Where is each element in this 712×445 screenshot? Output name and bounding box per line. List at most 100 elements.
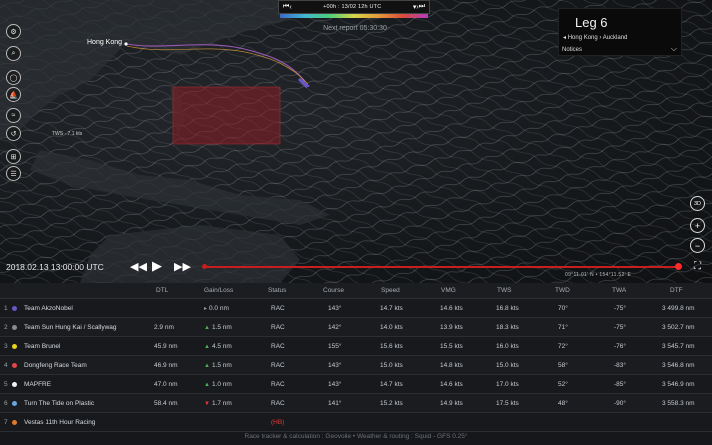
dtl-cell: 46.9 nm [154,362,178,369]
boat-icon[interactable]: ⛵ [6,87,21,102]
rank: 4 [4,362,8,369]
col-dtl[interactable]: DTL [156,287,168,294]
gain-loss-cell: ▲ 1.5 nm [204,324,232,331]
table-row[interactable]: 6 Turn The Tide on Plastic 58.4 nm ▼ 1.7 nm R… [0,394,712,413]
dtf-cell: 3 546.8 nm [662,362,695,369]
tws-cell: 16.0 kts [496,343,519,350]
team-color-dot [12,325,17,330]
table-row[interactable]: 1 Team AkzoNobel ▸ 0.0 nm RAC 143° 14.7 kts 14.… [0,299,712,318]
team-name[interactable]: Team Sun Hung Kai / Scallywag [24,324,117,331]
rank: 2 [4,324,8,331]
table-row[interactable]: 7 Vestas 11th Hour Racing (HB) [0,413,712,432]
wind-color-scale [280,14,428,18]
list-icon[interactable]: ☰ [6,166,21,181]
map-view[interactable]: ⏮ ‹ +00h : 13/02 12h UTC ▾ › ⏭ Next repo… [0,0,712,283]
col-dtf[interactable]: DTF [670,287,683,294]
team-name[interactable]: Team AkzoNobel [24,305,73,312]
rank: 6 [4,400,8,407]
twd-cell: 70° [558,305,568,312]
status-cell: (HB) [271,419,285,426]
dtl-cell: 58.4 nm [154,400,178,407]
twd-cell: 58° [558,362,568,369]
vmg-cell: 13.9 kts [440,324,463,331]
col-tws[interactable]: TWS [497,287,511,294]
vmg-cell: 14.6 kts [440,381,463,388]
vmg-cell: 14.8 kts [440,362,463,369]
next-report-label: Next report 05:30:30 [323,25,387,32]
leg-panel[interactable]: Leg 6 ◂ Hong Kong › Auckland Notices ⌵ [558,8,682,56]
wind-icon[interactable]: ≈ [6,108,21,123]
time-control-bar: ⏮ ‹ +00h : 13/02 12h UTC ▾ › ⏭ [278,0,430,14]
fast-forward-icon[interactable]: ▶▶ [174,260,191,273]
notices-label[interactable]: Notices [562,47,582,53]
tws-cell: 18.3 kts [496,324,519,331]
team-color-dot [12,344,17,349]
table-row[interactable]: 2 Team Sun Hung Kai / Scallywag 2.9 nm ▲ 1.5… [0,318,712,337]
zoom-out-button[interactable]: − [690,238,705,253]
forecast-time-label: +00h : 13/02 12h UTC [323,4,382,10]
view-3d-button[interactable]: 3D [690,196,705,211]
team-name[interactable]: Team Brunel [24,343,61,350]
twa-cell: -76° [614,343,626,350]
dtf-cell: 3 546.9 nm [662,381,695,388]
twd-cell: 71° [558,324,568,331]
dtl-cell: 2.9 nm [154,324,174,331]
course-cell: 143° [328,305,342,312]
measure-icon[interactable]: ↺ [6,126,21,141]
table-row[interactable]: 5 MAPFRE 47.0 nm ▲ 1.0 nm RAC 143° 14.7 kts 14.6… [0,375,712,394]
team-name[interactable]: Vestas 11th Hour Racing [24,419,95,426]
dtf-cell: 3 558.3 nm [662,400,695,407]
col-gain-loss[interactable]: Gain/Loss [204,287,233,294]
chevron-down-icon[interactable]: ⌵ [671,44,677,54]
status-cell: RAC [271,305,285,312]
table-row[interactable]: 3 Team Brunel 45.9 nm ▲ 4.5 nm RAC 155° 15.6 kt… [0,337,712,356]
search-icon[interactable]: ⌕ [6,46,21,61]
twa-cell: -75° [614,324,626,331]
zoom-in-button[interactable]: + [690,218,705,233]
vmg-cell: 14.6 kts [440,305,463,312]
credits-footer: Race tracker & calculation : Geovoile • … [244,433,468,440]
rank: 7 [4,419,8,426]
ranking-table: DTL Gain/Loss Status Course Speed VMG TW… [0,283,712,445]
timeline-track[interactable] [204,266,680,268]
exclusion-zone [172,86,281,145]
twa-cell: -75° [614,305,626,312]
course-cell: 142° [328,324,342,331]
col-twd[interactable]: TWD [555,287,570,294]
speed-cell: 14.7 kts [380,381,403,388]
speed-cell: 15.6 kts [380,343,403,350]
leg-route[interactable]: ◂ Hong Kong › Auckland [563,34,627,41]
twa-cell: -85° [614,381,626,388]
tws-cell: 16.8 kts [496,305,519,312]
course-cell: 155° [328,343,342,350]
timeline-handle[interactable] [675,263,682,270]
team-name[interactable]: Turn The Tide on Plastic [24,400,94,407]
status-cell: RAC [271,362,285,369]
col-speed[interactable]: Speed [381,287,400,294]
speed-cell: 14.7 kts [380,305,403,312]
grid-icon[interactable]: ⊞ [6,149,21,164]
table-row[interactable]: 4 Dongfeng Race Team 46.9 nm ▲ 1.5 nm RAC 143°… [0,356,712,375]
skip-forward-icon[interactable]: ⏭ [419,3,425,11]
status-cell: RAC [271,381,285,388]
col-status[interactable]: Status [268,287,286,294]
play-icon[interactable]: ▶ [152,258,162,274]
gain-loss-cell: ▼ 1.7 nm [204,400,232,407]
team-name[interactable]: Dongfeng Race Team [24,362,87,369]
coordinates-readout: 09°11.01' N • 154°11.52' E [565,272,632,278]
dtf-cell: 3 545.7 nm [662,343,695,350]
rewind-icon[interactable]: ◀◀ [130,260,147,273]
course-cell: 141° [328,400,342,407]
globe-icon[interactable]: ◯ [6,70,21,85]
gain-loss-cell: ▲ 4.5 nm [204,343,232,350]
status-cell: RAC [271,343,285,350]
table-header: DTL Gain/Loss Status Course Speed VMG TW… [0,283,712,299]
twa-cell: -90° [614,400,626,407]
team-name[interactable]: MAPFRE [24,381,51,388]
col-course[interactable]: Course [323,287,344,294]
fullscreen-icon[interactable]: ⛶ [690,259,705,274]
speed-cell: 15.0 kts [380,362,403,369]
col-twa[interactable]: TWA [612,287,626,294]
settings-icon[interactable]: ⚙ [6,24,21,39]
col-vmg[interactable]: VMG [441,287,456,294]
